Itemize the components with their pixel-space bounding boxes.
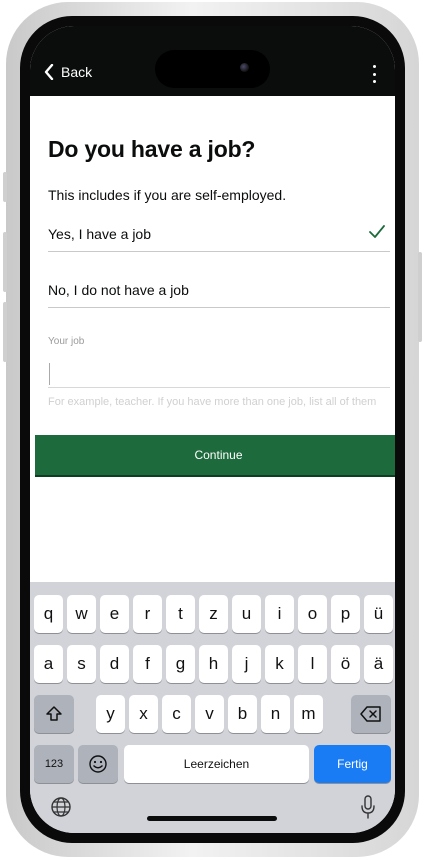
option-yes-label: Yes, I have a job	[48, 225, 152, 242]
volume-down-button	[3, 302, 7, 362]
job-input[interactable]	[48, 361, 390, 388]
key-l[interactable]: l	[298, 645, 327, 683]
key-f[interactable]: f	[133, 645, 162, 683]
key-ö[interactable]: ö	[331, 645, 360, 683]
done-key[interactable]: Fertig	[314, 745, 391, 783]
key-r[interactable]: r	[133, 595, 162, 633]
key-c[interactable]: c	[162, 695, 191, 733]
phone-frame: Back Do you have a job? This includes if…	[3, 2, 422, 857]
job-field-help: For example, teacher. If you have more t…	[48, 396, 377, 408]
key-i[interactable]: i	[265, 595, 294, 633]
key-q[interactable]: q	[34, 595, 63, 633]
shift-icon	[46, 706, 62, 721]
key-m[interactable]: m	[294, 695, 323, 733]
numbers-key[interactable]: 123	[34, 745, 74, 783]
delete-key[interactable]	[351, 695, 391, 733]
key-ü[interactable]: ü	[364, 595, 393, 633]
app-header: Back	[30, 26, 395, 96]
key-a[interactable]: a	[34, 645, 63, 683]
camera-icon	[240, 63, 249, 72]
key-n[interactable]: n	[261, 695, 290, 733]
power-button	[418, 252, 422, 342]
key-p[interactable]: p	[331, 595, 360, 633]
emoji-key[interactable]	[78, 745, 118, 783]
key-h[interactable]: h	[199, 645, 228, 683]
key-u[interactable]: u	[232, 595, 261, 633]
space-key[interactable]: Leerzeichen	[124, 745, 309, 783]
kebab-menu-icon[interactable]	[371, 65, 377, 83]
mute-switch	[3, 172, 7, 202]
volume-up-button	[3, 232, 7, 292]
screen: Back Do you have a job? This includes if…	[30, 26, 395, 833]
key-e[interactable]: e	[100, 595, 129, 633]
home-indicator	[147, 816, 277, 821]
back-label: Back	[61, 64, 93, 80]
emoji-icon	[89, 755, 107, 773]
key-k[interactable]: k	[265, 645, 294, 683]
globe-icon[interactable]	[50, 796, 72, 818]
key-d[interactable]: d	[100, 645, 129, 683]
keyboard: qwertzuiopü asdfghjklöä yxcvbnm 123 Leer…	[30, 582, 395, 833]
key-z[interactable]: z	[199, 595, 228, 633]
key-v[interactable]: v	[195, 695, 224, 733]
key-ä[interactable]: ä	[364, 645, 393, 683]
continue-button[interactable]: Continue	[35, 435, 395, 475]
dynamic-island	[155, 50, 270, 88]
option-yes[interactable]: Yes, I have a job	[48, 216, 390, 252]
chevron-left-icon	[44, 64, 54, 80]
microphone-icon[interactable]	[360, 794, 376, 820]
key-s[interactable]: s	[67, 645, 96, 683]
checkmark-icon	[369, 225, 385, 238]
key-o[interactable]: o	[298, 595, 327, 633]
key-g[interactable]: g	[166, 645, 195, 683]
key-w[interactable]: w	[67, 595, 96, 633]
key-y[interactable]: y	[96, 695, 125, 733]
backspace-icon	[360, 706, 381, 722]
bezel: Back Do you have a job? This includes if…	[20, 16, 405, 843]
back-button[interactable]: Back	[44, 64, 92, 80]
option-no-label: No, I do not have a job	[48, 281, 189, 298]
text-cursor	[49, 363, 50, 385]
option-no[interactable]: No, I do not have a job	[48, 272, 390, 308]
page-title: Do you have a job?	[48, 136, 256, 162]
key-j[interactable]: j	[232, 645, 261, 683]
question-hint: This includes if you are self-employed.	[48, 187, 287, 203]
job-field-label: Your job	[48, 336, 85, 347]
key-t[interactable]: t	[166, 595, 195, 633]
key-x[interactable]: x	[129, 695, 158, 733]
key-b[interactable]: b	[228, 695, 257, 733]
shift-key[interactable]	[34, 695, 74, 733]
